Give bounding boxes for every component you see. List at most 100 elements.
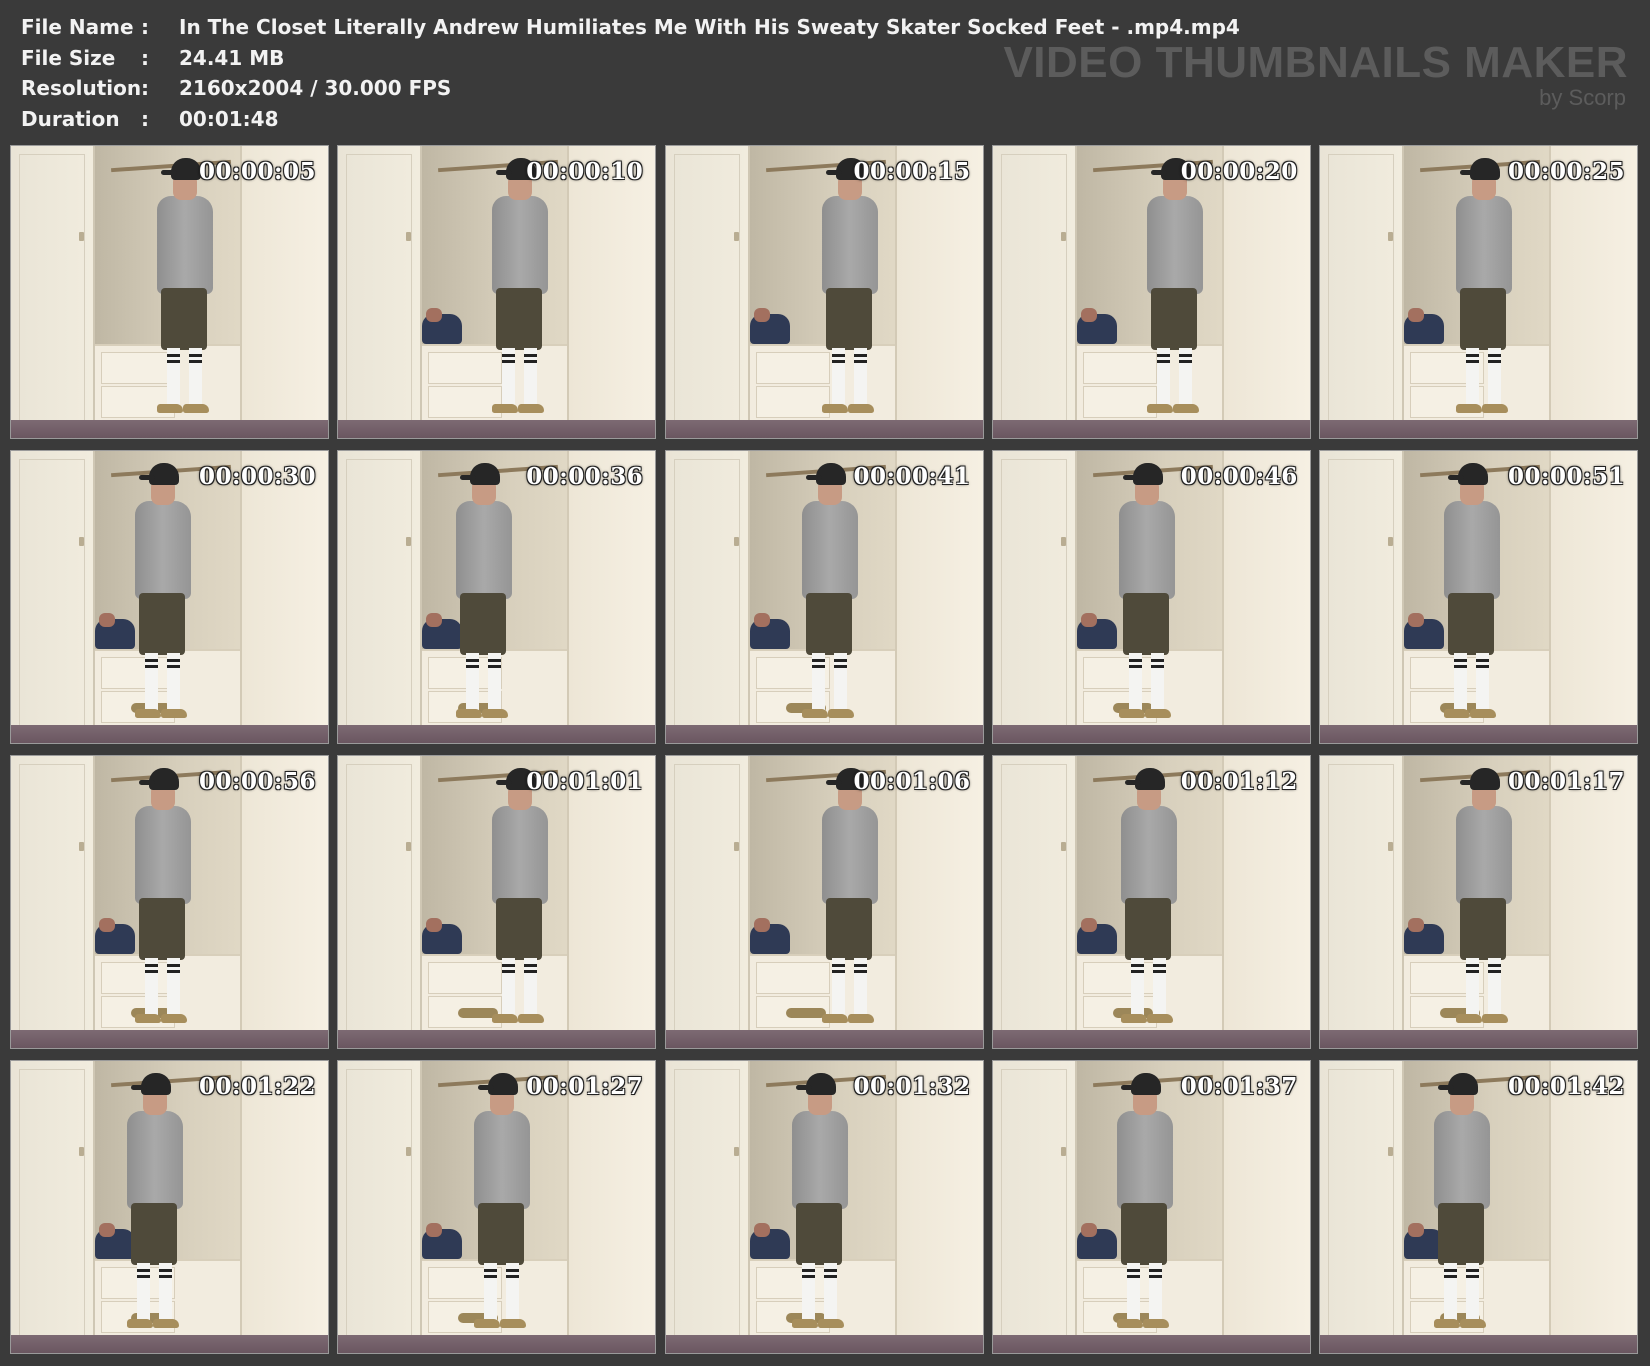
closet-door-left [665,451,750,743]
closet-door-right [894,451,983,729]
thumbnail-timestamp: 00:01:22 [198,1073,316,1100]
shorts [1120,1203,1167,1265]
video-thumbnail[interactable]: 00:00:05 [10,145,329,439]
shoe-right [161,1014,187,1023]
closet-door-left [1320,146,1404,438]
door-knob [1388,1147,1393,1156]
shoe-left [821,1014,848,1023]
thumbnail-timestamp: 00:01:42 [1507,1073,1625,1100]
watermark-byline: by Scorp [1539,85,1626,110]
closet-door-right [240,1061,328,1339]
sock-left [145,653,158,711]
closet-door-left [992,146,1077,438]
video-thumbnail[interactable]: 00:00:30 [10,450,329,744]
closet-door-left [1320,756,1404,1048]
closet-door-left [665,146,750,438]
standing-person [1450,768,1530,1033]
sock-left [1126,1263,1140,1321]
video-thumbnail[interactable]: 00:01:06 [664,755,984,1049]
sock-right [1476,653,1489,711]
sock-right [1152,958,1166,1016]
sock-left [1466,348,1479,406]
lying-person [749,918,790,954]
shoe-left [1118,709,1145,718]
video-thumbnail[interactable]: 00:01:37 [991,1060,1311,1354]
hoodie [1456,806,1512,904]
hoodie [127,1111,183,1209]
shoe-right [847,1014,874,1023]
sock-right [1148,1263,1162,1321]
door-knob [1388,232,1393,241]
shoe-right [518,404,545,413]
video-thumbnail[interactable]: 00:01:12 [991,755,1311,1049]
shoe-left [821,404,848,413]
hoodie [157,196,213,294]
door-knob [79,1147,84,1156]
sock-right [524,958,538,1016]
video-thumbnail[interactable]: 00:00:20 [991,145,1311,439]
sock-right [488,653,502,711]
video-thumbnail[interactable]: 00:00:15 [664,145,984,439]
video-thumbnail[interactable]: 00:01:01 [337,755,657,1049]
duration-separator: : [141,106,149,131]
file-name-label: File Name [21,15,134,39]
shoe-left [135,709,161,718]
video-thumbnail[interactable]: 00:01:32 [664,1060,984,1354]
sock-left [1444,1263,1457,1321]
hoodie [492,806,549,904]
closet-door-left [11,756,95,1048]
closet-door-right [240,756,328,1034]
resolution-value: 2160x2004 / 30.000 FPS [179,76,452,100]
standing-person [1450,158,1530,423]
shorts [805,593,852,655]
video-thumbnail[interactable]: 00:00:25 [1319,145,1638,439]
shoe-left [474,1319,501,1328]
standing-person [486,158,566,423]
video-thumbnail[interactable]: 00:01:27 [337,1060,657,1354]
video-thumbnail[interactable]: 00:00:10 [337,145,657,439]
hoodie [135,806,191,904]
video-thumbnail[interactable]: 00:00:36 [337,450,657,744]
sock-left [801,1263,815,1321]
shorts [460,593,507,655]
sock-left [167,348,180,406]
door-knob [79,537,84,546]
duration-value: 00:01:48 [179,106,279,131]
video-thumbnail[interactable]: 00:01:22 [10,1060,329,1354]
closet-door-left [338,451,423,743]
sock-right [823,1263,837,1321]
resolution-label: Resolution [21,76,142,100]
shoe-right [482,709,509,718]
video-thumbnail[interactable]: 00:00:51 [1319,450,1638,744]
lying-person [422,308,463,344]
sock-right [167,958,180,1016]
shoe-right [1146,1014,1173,1023]
hoodie [492,196,549,294]
video-thumbnail[interactable]: 00:01:17 [1319,755,1638,1049]
sock-left [1156,348,1170,406]
door-knob [1060,232,1066,241]
video-thumbnail[interactable]: 00:00:46 [991,450,1311,744]
file-name-separator: : [141,15,149,39]
standing-person [796,463,876,728]
closet-door-right [567,1061,656,1339]
video-thumbnail[interactable]: 00:00:56 [10,755,329,1049]
door-knob [406,232,412,241]
thumbnail-timestamp: 00:00:20 [1180,158,1298,185]
video-thumbnail[interactable]: 00:01:42 [1319,1060,1638,1354]
standing-person [486,768,566,1033]
shoe-right [153,1319,179,1328]
door-knob [1060,842,1066,851]
closet-door-left [665,756,750,1048]
shorts [825,898,872,960]
hoodie [791,1111,848,1209]
closet-door-right [894,146,983,424]
thumbnail-timestamp: 00:00:46 [1180,463,1298,490]
cap [1120,1073,1161,1095]
sock-right [853,348,867,406]
shorts [139,593,185,655]
shoe-right [1470,709,1496,718]
thumbnail-timestamp: 00:01:37 [1180,1073,1298,1100]
shoe-right [1144,709,1171,718]
video-thumbnail[interactable]: 00:00:41 [664,450,984,744]
